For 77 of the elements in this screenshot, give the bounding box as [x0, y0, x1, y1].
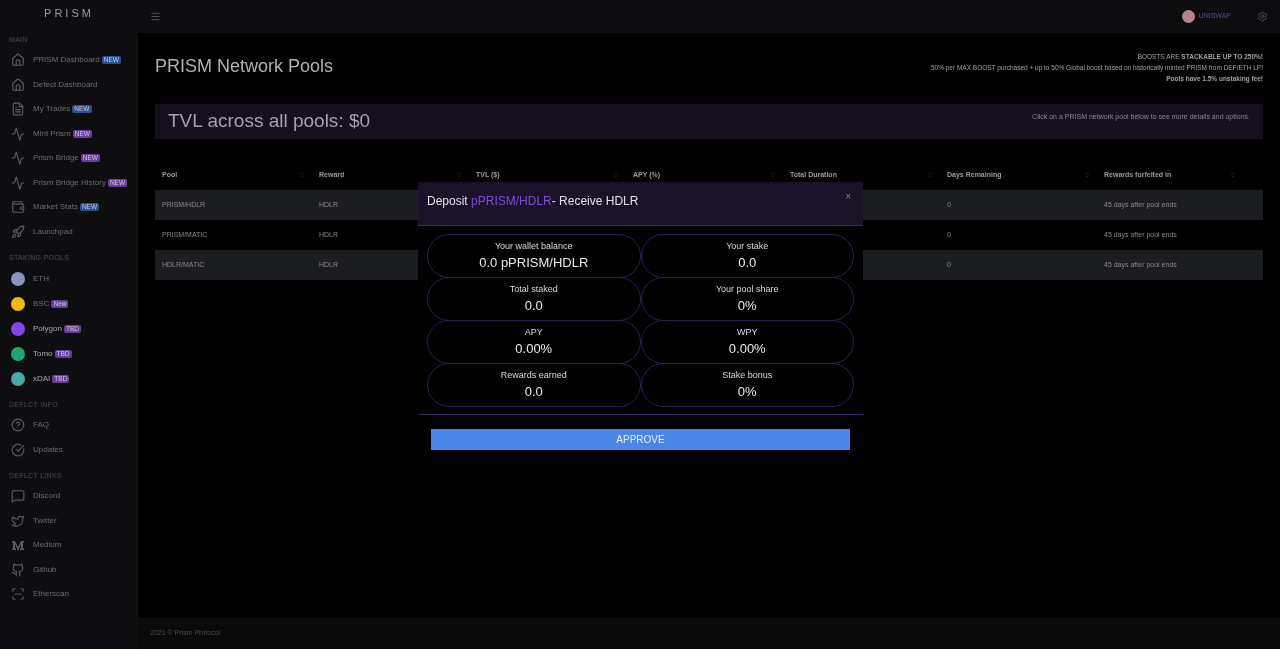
twitter-icon [11, 513, 25, 528]
sidebar-item-label: PRISM Dashboard [33, 54, 100, 67]
stat-value: 0.0 [524, 383, 543, 401]
help-icon [11, 418, 25, 433]
menu-icon[interactable] [150, 11, 161, 22]
stat-value: 0.0 [738, 254, 757, 272]
settings-icon[interactable] [1257, 11, 1268, 22]
chat-icon [11, 489, 25, 504]
sidebar-item-label: Polygon [33, 322, 62, 335]
home-icon [11, 53, 25, 68]
tvl-text: TVL across all pools: $0 [168, 109, 371, 134]
sidebar-item[interactable]: ETH [0, 266, 138, 291]
sort-icon[interactable] [770, 172, 776, 178]
stat-label: Total staked [509, 282, 558, 296]
sidebar-item[interactable]: Defect Dashboard [0, 72, 138, 97]
github-icon [11, 562, 25, 577]
close-button[interactable]: × [845, 192, 851, 202]
stat-label: Your wallet balance [494, 239, 573, 253]
wallet-icon [11, 200, 25, 215]
sort-icon[interactable] [299, 172, 305, 178]
stat-label: Stake bonus [722, 368, 773, 382]
scan-icon [11, 587, 25, 602]
sidebar-item-label: Etherscan [33, 588, 70, 601]
sidebar-item-label: BSC [33, 297, 50, 310]
approve-button[interactable]: APPROVE [431, 429, 850, 450]
sidebar-item[interactable]: Twitter [0, 508, 138, 533]
sort-icon[interactable] [613, 172, 619, 178]
sidebar-item-label: ETH [33, 272, 49, 285]
sidebar-item-label: Defect Dashboard [33, 78, 98, 91]
sort-icon[interactable] [927, 172, 933, 178]
sidebar-item-label: Mint Prism [33, 127, 71, 140]
sidebar-item-label: Prism Bridge History [33, 176, 106, 189]
check-circle-icon [11, 442, 25, 457]
sidebar-item-label: My Trades [33, 103, 71, 116]
dialog-title: Deposit pPRISM/HDLR- Receive HDLR [427, 193, 639, 210]
sidebar-item-label: Launchpad [33, 225, 73, 238]
pulse-icon [11, 126, 25, 141]
sidebar-item-label: FAQ [33, 419, 49, 432]
stat-value: 0.00% [515, 340, 553, 358]
page-title: PRISM Network Pools [155, 55, 334, 78]
sidebar-item[interactable]: Medium [0, 533, 138, 558]
pulse-icon [11, 151, 25, 166]
stat-value: 0.00% [728, 340, 766, 358]
sidebar-item[interactable]: Discord [0, 484, 138, 509]
avatar-icon [1181, 10, 1195, 23]
sidebar-item-label: Github [33, 563, 57, 576]
brand-logo[interactable]: PRISM [0, 0, 138, 26]
home-icon [11, 77, 25, 92]
document-icon [11, 102, 25, 117]
sidebar-item-label: Updates [33, 443, 63, 456]
sidebar-item-label: Prism Bridge [33, 152, 79, 165]
stat-value: 0% [737, 383, 757, 401]
sidebar-item-label: xDAI [33, 372, 51, 385]
stat-value: 0% [737, 297, 757, 315]
sidebar-item-label: Medium [33, 539, 62, 552]
stat-value: 0.0 [524, 297, 543, 315]
sidebar-item-label: Discord [33, 490, 61, 503]
sidebar-item[interactable]: Github [0, 557, 138, 582]
stat-label: Your pool share [715, 282, 779, 296]
stat-value: 0.0 pPRISM/HDLR [479, 254, 589, 272]
stat-label: Rewards earned [500, 368, 567, 382]
sidebar-item-label: Market Stats [33, 201, 78, 214]
medium-icon [11, 538, 25, 553]
sidebar-item-label: Twitter [33, 514, 57, 527]
sidebar-item[interactable]: FAQ [0, 413, 138, 438]
stat-label: APY [524, 325, 543, 339]
sort-icon[interactable] [1084, 172, 1090, 178]
sidebar-item-label: Tomo [33, 347, 53, 360]
stat-label: Your stake [726, 239, 769, 253]
sidebar-item[interactable]: Updates [0, 437, 138, 462]
rocket-icon [11, 224, 25, 239]
sidebar-item[interactable]: Etherscan [0, 582, 138, 607]
pulse-icon [11, 175, 25, 190]
sort-icon[interactable] [456, 172, 462, 178]
stat-label: WPY [737, 325, 758, 339]
sort-icon[interactable] [1230, 172, 1236, 178]
sidebar-item[interactable]: Launchpad [0, 219, 138, 244]
